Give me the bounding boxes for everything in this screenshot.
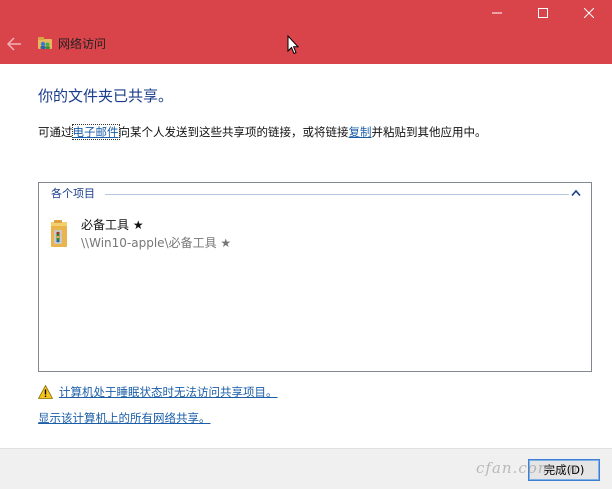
chevron-up-icon[interactable] xyxy=(571,189,581,197)
show-all-shares-link[interactable]: 显示该计算机上的所有网络共享。 xyxy=(38,410,211,426)
close-icon xyxy=(584,8,594,18)
desc-prefix: 可通过 xyxy=(38,125,73,139)
group-header[interactable]: 各个项目 xyxy=(51,187,101,201)
window-title: 网络访问 xyxy=(58,37,107,51)
maximize-icon xyxy=(538,8,548,18)
desc-middle: 向某个人发送到这些共享项的链接，或将链接 xyxy=(118,125,349,139)
close-button[interactable] xyxy=(566,0,612,26)
mouse-cursor-icon xyxy=(287,35,299,55)
desc-suffix: 并粘贴到其他应用中。 xyxy=(371,125,487,139)
email-link[interactable]: 电子邮件 xyxy=(71,124,120,140)
warning-icon xyxy=(38,385,53,399)
list-item[interactable]: 必备工具 ★ \\Win10-apple\必备工具 ★ xyxy=(47,215,447,255)
shared-folder-icon xyxy=(51,220,67,247)
share-description: 可通过电子邮件向某个人发送到这些共享项的链接，或将链接复制并粘贴到其他应用中。 xyxy=(38,124,487,140)
sleep-warning-link[interactable]: 计算机处于睡眠状态时无法访问共享项目。 xyxy=(59,384,278,400)
network-share-icon xyxy=(38,37,52,49)
minimize-icon xyxy=(492,12,502,14)
minimize-button[interactable] xyxy=(474,0,520,26)
window-controls xyxy=(474,0,612,26)
copy-link[interactable]: 复制 xyxy=(349,125,372,139)
shared-items-list[interactable]: 各个项目 必备工具 ★ \\Win10-apple\必备工具 ★ xyxy=(38,182,592,372)
back-arrow-icon[interactable] xyxy=(6,37,22,51)
maximize-button[interactable] xyxy=(520,0,566,26)
item-path: \\Win10-apple\必备工具 ★ xyxy=(81,236,232,250)
item-name: 必备工具 ★ xyxy=(81,218,144,232)
group-divider xyxy=(105,194,569,195)
page-heading: 你的文件夹已共享。 xyxy=(38,87,174,105)
title-bar: 网络访问 xyxy=(0,0,612,64)
watermark: cfan.com.cn xyxy=(476,459,579,477)
